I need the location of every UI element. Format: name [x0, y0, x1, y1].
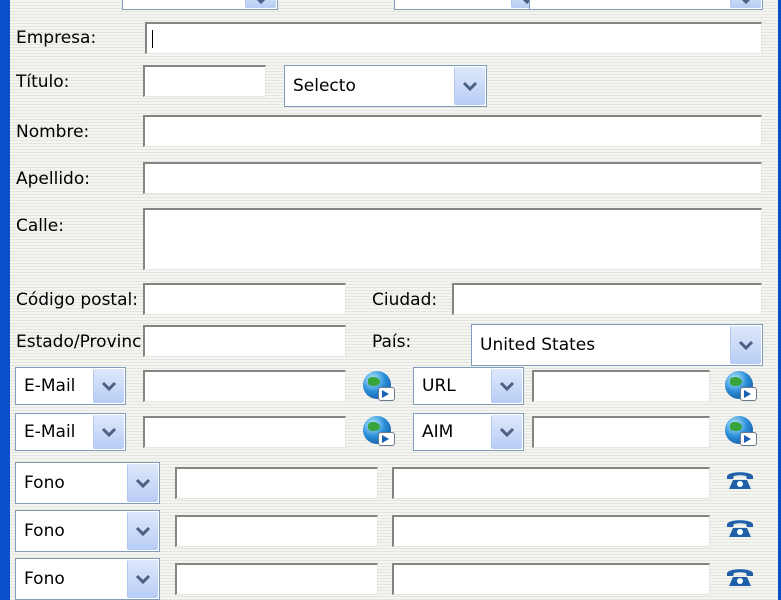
phone-number-input-2[interactable] [175, 515, 378, 547]
phone-type-select-2[interactable]: Fono [15, 510, 160, 552]
chevron-down-icon[interactable] [491, 369, 522, 403]
ciudad-input[interactable] [452, 283, 762, 315]
globe-link-icon[interactable] [363, 416, 395, 446]
chevron-down-icon[interactable] [93, 415, 124, 449]
phone-icon[interactable] [725, 517, 755, 539]
phone-icon[interactable] [725, 566, 755, 588]
aim-input[interactable] [532, 416, 710, 448]
url-type-select[interactable]: URL [413, 367, 524, 405]
globe-link-icon[interactable] [725, 416, 757, 446]
url-input[interactable] [532, 370, 710, 402]
phone-extra-input-1[interactable] [392, 467, 710, 499]
codigo-postal-input[interactable] [143, 283, 346, 315]
codigo-postal-label: Código postal: [16, 290, 138, 310]
phone-number-input-3[interactable] [175, 563, 378, 595]
phone-icon[interactable] [725, 469, 755, 491]
titulo-select[interactable]: Selecto [284, 65, 487, 107]
chevron-down-icon[interactable] [454, 67, 485, 105]
calle-textarea[interactable] [143, 208, 762, 270]
empresa-label: Empresa: [16, 28, 97, 48]
globe-link-icon[interactable] [725, 371, 757, 401]
pais-select-value: United States [480, 335, 596, 355]
email-input-1[interactable] [143, 370, 346, 402]
chevron-down-icon[interactable] [127, 560, 158, 598]
top-dropdown-3[interactable] [529, 0, 763, 10]
aim-type-value: AIM [422, 422, 454, 442]
chevron-down-icon[interactable] [127, 512, 158, 550]
apellido-input[interactable] [143, 162, 762, 194]
globe-link-icon[interactable] [363, 371, 395, 401]
email-type-value: E-Mail [24, 422, 76, 442]
window-frame-left [0, 0, 10, 600]
phone-type-value: Fono [24, 521, 65, 541]
phone-type-select-1[interactable]: Fono [15, 462, 160, 504]
estado-label: Estado/Provincia: [16, 332, 144, 352]
chevron-down-icon[interactable] [93, 369, 124, 403]
text-cursor [152, 30, 153, 48]
url-type-value: URL [422, 376, 456, 396]
chevron-down-icon[interactable] [127, 464, 158, 502]
chevron-down-icon[interactable] [245, 0, 276, 8]
chevron-down-icon[interactable] [730, 326, 761, 364]
top-dropdown-2[interactable] [394, 0, 544, 10]
phone-type-value: Fono [24, 569, 65, 589]
email-type-select-2[interactable]: E-Mail [15, 413, 126, 451]
phone-type-select-3[interactable]: Fono [15, 558, 160, 600]
email-type-value: E-Mail [24, 376, 76, 396]
titulo-input[interactable] [143, 65, 266, 97]
pais-label: País: [372, 332, 412, 352]
phone-extra-input-3[interactable] [392, 563, 710, 595]
email-type-select-1[interactable]: E-Mail [15, 367, 126, 405]
titulo-label: Título: [16, 72, 70, 92]
phone-type-value: Fono [24, 473, 65, 493]
pais-select[interactable]: United States [471, 324, 763, 366]
apellido-label: Apellido: [16, 169, 90, 189]
chevron-down-icon[interactable] [730, 0, 761, 8]
phone-extra-input-2[interactable] [392, 515, 710, 547]
chevron-down-icon[interactable] [491, 415, 522, 449]
nombre-label: Nombre: [16, 122, 90, 142]
empresa-input[interactable] [145, 22, 762, 54]
nombre-input[interactable] [143, 115, 762, 147]
top-dropdown-1[interactable] [122, 0, 278, 10]
titulo-select-value: Selecto [293, 76, 356, 96]
ciudad-label: Ciudad: [372, 290, 438, 310]
calle-label: Calle: [16, 216, 64, 236]
phone-number-input-1[interactable] [175, 467, 378, 499]
aim-type-select[interactable]: AIM [413, 413, 524, 451]
estado-input[interactable] [143, 325, 346, 357]
email-input-2[interactable] [143, 416, 346, 448]
